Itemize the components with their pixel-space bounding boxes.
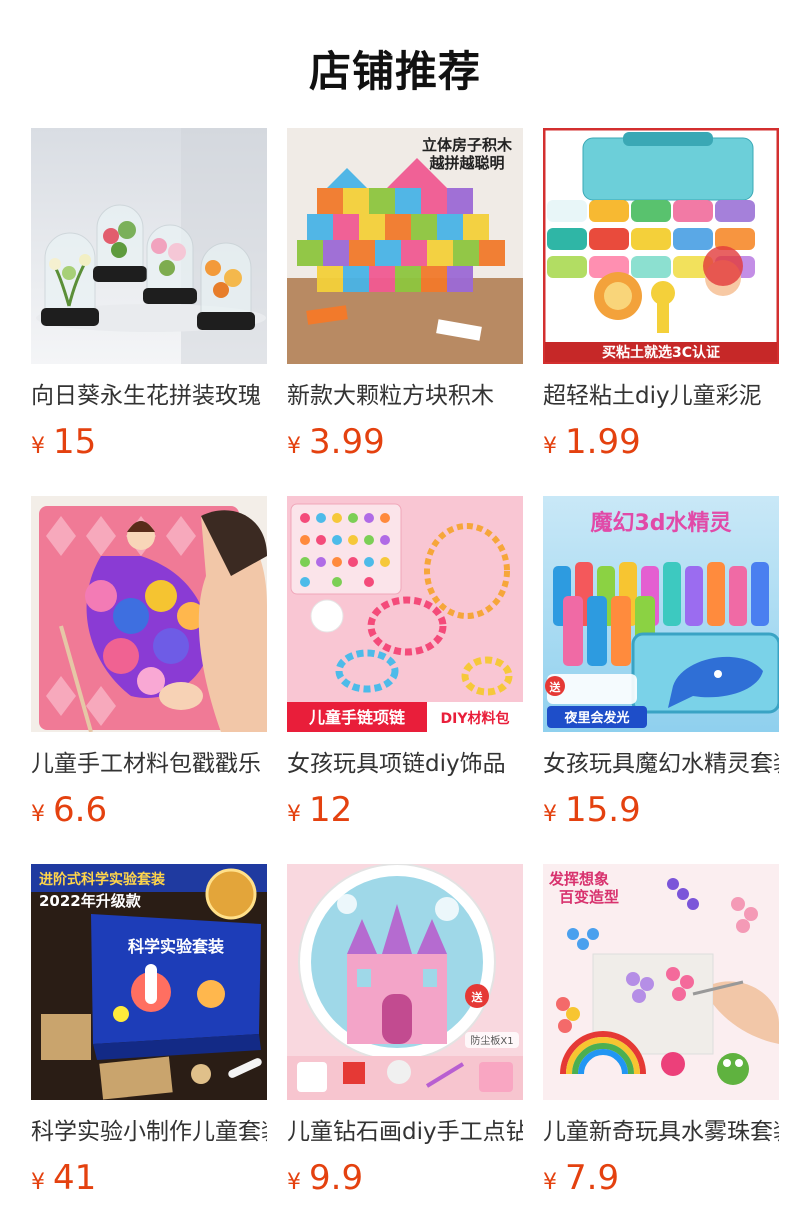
- overlay-text: 魔幻3d水精灵: [590, 510, 731, 536]
- overlay-text: 进阶式科学实验套装: [39, 871, 166, 888]
- product-card[interactable]: 儿童手工材料包戳戳乐 ¥6.6: [31, 496, 267, 830]
- product-price: ¥6.6: [31, 790, 267, 830]
- product-card[interactable]: 魔幻3d水精灵 送 夜里会发光 女孩玩具魔幻水精灵套装 ¥ 15.9: [543, 496, 779, 830]
- overlay-text: 立体房子积木: [422, 136, 513, 154]
- overlay-text: 送: [549, 680, 562, 694]
- product-card[interactable]: 立体房子积木 越拼越聪明 新款大颗粒方块积木 ¥3.99: [287, 128, 523, 462]
- poke-craft-kit-image[interactable]: [31, 496, 267, 732]
- product-card[interactable]: 向日葵永生花拼装玫瑰 ¥15: [31, 128, 267, 462]
- overlay-text: 送: [471, 990, 484, 1004]
- price-value: 15.9: [565, 790, 641, 830]
- product-price: ¥15: [31, 422, 267, 462]
- product-card[interactable]: 送 防尘板X1 儿童钻石画diy手工点钻 ¥9.9: [287, 864, 523, 1198]
- science-kit-image[interactable]: 进阶式科学实验套装 2022年升级款 科学实验套装: [31, 864, 267, 1100]
- product-name[interactable]: 女孩玩具魔幻水精灵套装: [543, 748, 779, 780]
- product-name[interactable]: 向日葵永生花拼装玫瑰: [31, 380, 267, 412]
- currency-symbol: ¥: [543, 1170, 557, 1195]
- currency-symbol: ¥: [287, 434, 301, 459]
- product-card[interactable]: 发挥想象 百变造型 儿童新奇玩具水雾珠套装 ¥ 7.9: [543, 864, 779, 1198]
- overlay-text: 百变造型: [559, 888, 619, 906]
- product-name[interactable]: 儿童钻石画diy手工点钻: [287, 1116, 523, 1148]
- product-price: ¥12: [287, 790, 523, 830]
- product-grid: 向日葵永生花拼装玫瑰 ¥15 立体房子积木 越拼越聪明 新款大颗粒方块积木 ¥ …: [0, 0, 790, 1232]
- bead-necklace-kit-image[interactable]: 儿童手链项链 DIY材料包: [287, 496, 523, 732]
- diamond-painting-image[interactable]: 送 防尘板X1: [287, 864, 523, 1100]
- product-price: ¥41: [31, 1158, 267, 1198]
- product-name[interactable]: 儿童新奇玩具水雾珠套装: [543, 1116, 779, 1148]
- product-price: ¥1.99: [543, 422, 779, 462]
- overlay-text: DIY材料包: [441, 710, 510, 727]
- overlay-text: 2022年升级款: [39, 892, 142, 910]
- overlay-text: 发挥想象: [548, 870, 609, 888]
- currency-symbol: ¥: [287, 802, 301, 827]
- product-name[interactable]: 科学实验小制作儿童套装: [31, 1116, 267, 1148]
- price-value: 41: [53, 1158, 97, 1198]
- price-value: 1.99: [565, 422, 641, 462]
- water-mist-beads-image[interactable]: 发挥想象 百变造型: [543, 864, 779, 1100]
- overlay-text: 科学实验套装: [128, 937, 224, 956]
- price-value: 15: [53, 422, 97, 462]
- price-value: 6.6: [53, 790, 108, 830]
- magic-water-elf-image[interactable]: 魔幻3d水精灵 送 夜里会发光: [543, 496, 779, 732]
- currency-symbol: ¥: [31, 1170, 45, 1195]
- currency-symbol: ¥: [287, 1170, 301, 1195]
- product-name[interactable]: 女孩玩具项链diy饰品: [287, 748, 523, 780]
- preserved-flower-dome-image[interactable]: [31, 128, 267, 364]
- product-name[interactable]: 新款大颗粒方块积木: [287, 380, 523, 412]
- overlay-text: 儿童手链项链: [308, 708, 406, 727]
- currency-symbol: ¥: [543, 434, 557, 459]
- currency-symbol: ¥: [31, 434, 45, 459]
- price-value: 3.99: [309, 422, 385, 462]
- product-name[interactable]: 儿童手工材料包戳戳乐: [31, 748, 267, 780]
- overlay-text: 防尘板X1: [470, 1034, 513, 1047]
- price-value: 7.9: [565, 1158, 620, 1198]
- block-house-toy-image[interactable]: 立体房子积木 越拼越聪明: [287, 128, 523, 364]
- product-price: ¥3.99: [287, 422, 523, 462]
- product-card[interactable]: 进阶式科学实验套装 2022年升级款 科学实验套装 科学实验小制作儿童套装 ¥4…: [31, 864, 267, 1198]
- currency-symbol: ¥: [31, 802, 45, 827]
- product-card[interactable]: 儿童手链项链 DIY材料包 女孩玩具项链diy饰品 ¥12: [287, 496, 523, 830]
- overlay-text: 越拼越聪明: [428, 154, 504, 172]
- product-price: ¥9.9: [287, 1158, 523, 1198]
- product-price: ¥15.9: [543, 790, 779, 830]
- overlay-text: 夜里会发光: [563, 710, 629, 726]
- product-price: ¥7.9: [543, 1158, 779, 1198]
- price-value: 12: [309, 790, 353, 830]
- product-card[interactable]: 买粘土就选3C认证 超轻粘土diy儿童彩泥 ¥1.99: [543, 128, 779, 462]
- currency-symbol: ¥: [543, 802, 557, 827]
- overlay-text: 买粘土就选3C认证: [602, 344, 720, 361]
- price-value: 9.9: [309, 1158, 364, 1198]
- product-name[interactable]: 超轻粘土diy儿童彩泥: [543, 380, 779, 412]
- clay-set-image[interactable]: 买粘土就选3C认证: [543, 128, 779, 364]
